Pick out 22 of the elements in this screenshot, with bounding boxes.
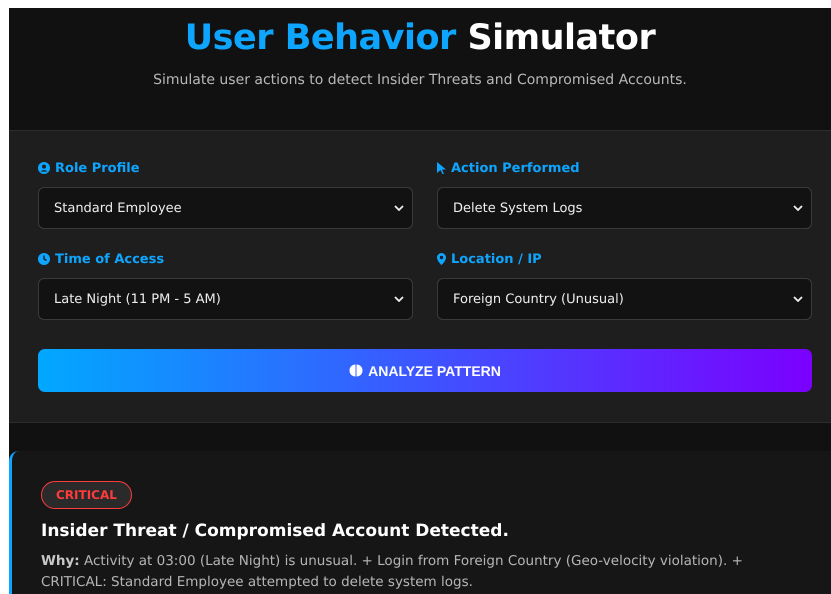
chevron-icon xyxy=(793,205,803,211)
field-label: Time of Access xyxy=(55,252,164,266)
map-pin-icon xyxy=(437,253,446,265)
field-label: Action Performed xyxy=(451,160,580,176)
dropdown[interactable]: Foreign Country (Unusual) xyxy=(437,278,812,320)
field-label: Location / IP xyxy=(451,252,542,266)
field-label: Role Profile xyxy=(55,160,140,176)
dropdown[interactable]: Standard Employee xyxy=(38,187,413,229)
analyze-button[interactable]: ANALYZE PATTERN xyxy=(38,349,812,392)
dropdown[interactable]: Delete System Logs xyxy=(437,187,812,229)
result-title: Insider Threat / Compromised Account Detected. xyxy=(41,521,510,541)
chevron-icon xyxy=(394,296,404,302)
user-icon xyxy=(38,162,50,174)
chevron-icon xyxy=(793,296,803,302)
dropdown[interactable]: Late Night (11 PM - 5 AM) xyxy=(38,278,413,320)
explanation-text: Why: Activity at 03:00 (Late Night) is unusual. + Login from Foreign Country (Geo-velocity violation). + CRITICAL: Standard Employee attempted to delete system logs. xyxy=(41,552,744,592)
clock-icon xyxy=(38,253,50,265)
page-title: User Behavior Simulator xyxy=(184,17,657,60)
cursor-icon xyxy=(437,162,446,174)
severity-badge: CRITICAL xyxy=(41,481,132,509)
chevron-icon xyxy=(394,205,404,211)
subtitle: Simulate user actions to detect Insider Threats and Compromised Accounts. xyxy=(152,72,688,88)
